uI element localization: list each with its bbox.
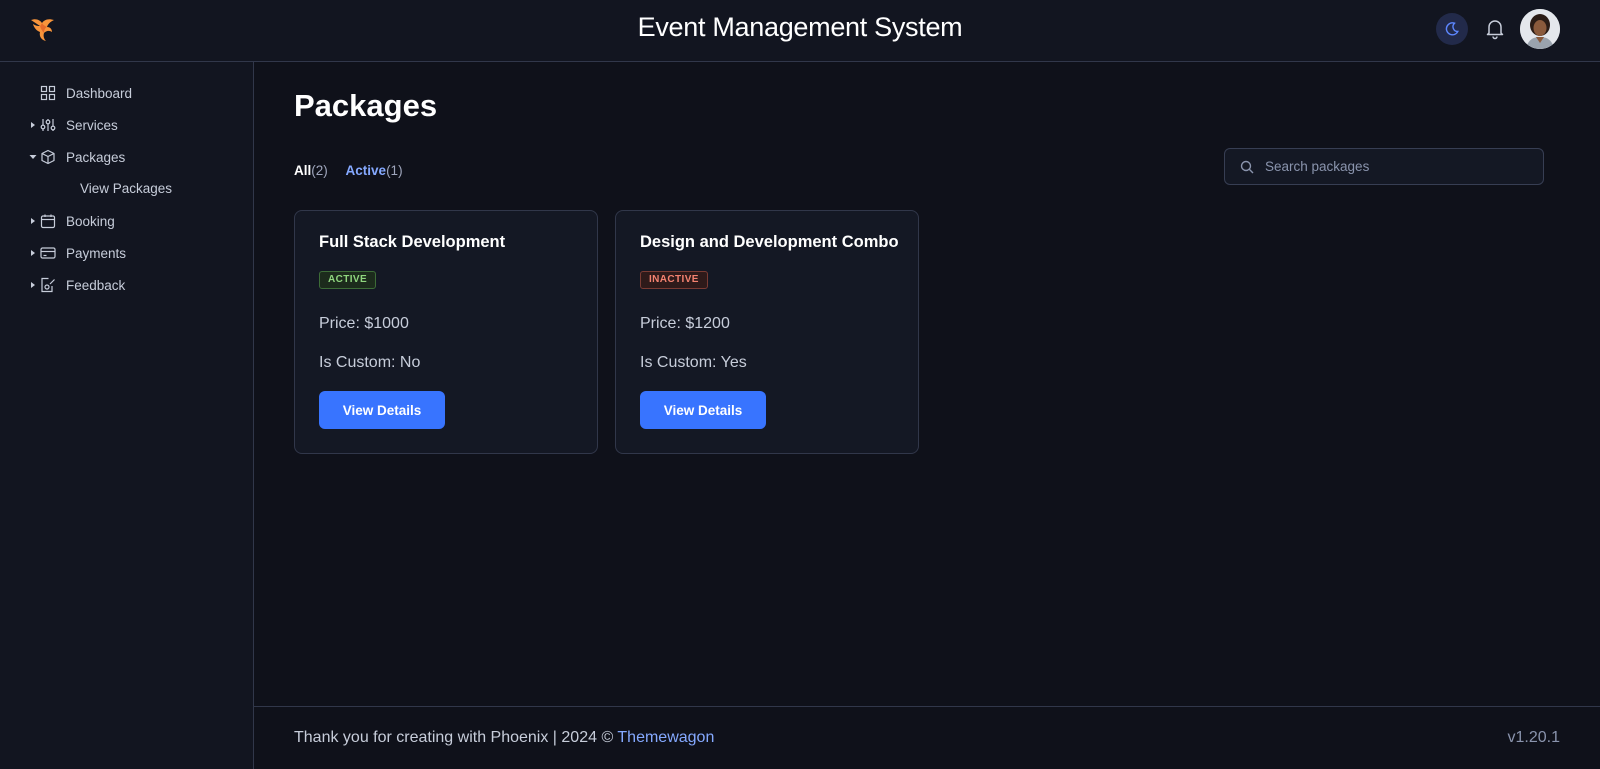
- sidebar-item-booking[interactable]: Booking: [0, 207, 253, 235]
- grid-icon: [40, 85, 56, 101]
- sidebar-item-label: Payments: [66, 245, 127, 261]
- chevron-right-icon: [31, 250, 35, 256]
- chevron-right-icon: [31, 122, 35, 128]
- tab-count: (2): [311, 163, 328, 178]
- package-is-custom: Is Custom: Yes: [640, 354, 747, 371]
- tab-count: (1): [386, 163, 403, 178]
- sidebar-item-feedback[interactable]: Feedback: [0, 271, 253, 299]
- package-card: Design and Development Combo INACTIVE Pr…: [615, 210, 919, 454]
- themewagon-link[interactable]: Themewagon: [617, 729, 714, 746]
- top-bar: Event Management System: [0, 0, 1600, 62]
- sidebar-item-services[interactable]: Services: [0, 111, 253, 139]
- page-title: Packages: [294, 88, 438, 123]
- footer-text: Thank you for creating with Phoenix | 20…: [294, 729, 714, 747]
- notifications-button[interactable]: [1483, 17, 1507, 41]
- search-input[interactable]: [1265, 149, 1535, 184]
- sidebar-item-packages[interactable]: Packages: [0, 143, 253, 171]
- tab-label: All: [294, 163, 312, 178]
- sidebar-item-label: Packages: [66, 149, 126, 165]
- calendar-icon: [40, 214, 56, 229]
- avatar[interactable]: [1520, 9, 1560, 49]
- chevron-down-icon: [29, 155, 37, 159]
- moon-icon: [1445, 22, 1459, 36]
- version-label: v1.20.1: [1507, 729, 1560, 746]
- search-icon: [1240, 160, 1254, 174]
- footer-credit: Thank you for creating with Phoenix | 20…: [294, 729, 618, 746]
- tab-label: Active: [345, 163, 387, 178]
- footer: Thank you for creating with Phoenix | 20…: [254, 706, 1600, 769]
- sliders-icon: [40, 119, 56, 131]
- theme-toggle-button[interactable]: [1436, 13, 1468, 45]
- package-card: Full Stack Development ACTIVE Price: $10…: [294, 210, 598, 454]
- view-details-button[interactable]: View Details: [319, 391, 445, 429]
- tab-all[interactable]: All(2): [294, 163, 328, 178]
- sidebar-item-dashboard[interactable]: Dashboard: [0, 79, 253, 107]
- package-price: Price: $1000: [319, 315, 409, 332]
- feedback-icon: [41, 277, 55, 293]
- credit-card-icon: [40, 247, 56, 259]
- package-price: Price: $1200: [640, 315, 730, 332]
- sidebar-item-payments[interactable]: Payments: [0, 239, 253, 267]
- status-badge: ACTIVE: [319, 271, 377, 289]
- sidebar-item-label: Feedback: [66, 277, 126, 293]
- status-badge: INACTIVE: [640, 271, 708, 289]
- app-title: Event Management System: [637, 12, 963, 42]
- package-icon: [41, 149, 55, 165]
- chevron-right-icon: [31, 282, 35, 288]
- sidebar-item-label: Booking: [66, 213, 115, 229]
- sidebar-subitem-view-packages[interactable]: View Packages: [80, 181, 172, 196]
- sidebar-item-label: Services: [66, 117, 118, 133]
- filter-tabs: All(2) Active(1): [294, 163, 417, 178]
- package-is-custom: Is Custom: No: [319, 354, 421, 371]
- search-box: [1224, 148, 1544, 185]
- sidebar: Dashboard Services Packages View Package…: [0, 62, 254, 769]
- package-name: Design and Development Combo: [640, 233, 899, 251]
- package-name: Full Stack Development: [319, 233, 506, 251]
- bell-icon: [1486, 20, 1504, 40]
- sidebar-item-label: Dashboard: [66, 85, 133, 101]
- tab-active[interactable]: Active(1): [346, 163, 403, 178]
- chevron-right-icon: [31, 218, 35, 224]
- view-details-button[interactable]: View Details: [640, 391, 766, 429]
